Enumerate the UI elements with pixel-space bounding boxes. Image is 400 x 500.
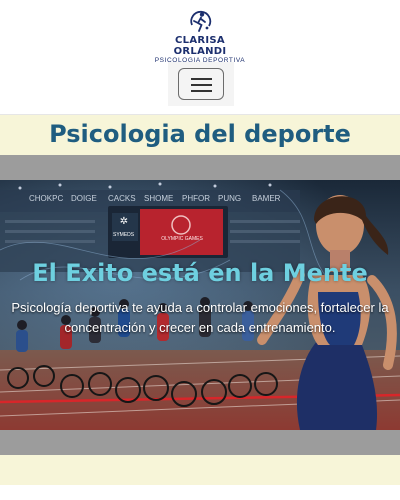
page-title: Psicologia del deporte bbox=[49, 120, 351, 148]
runner-logo-icon bbox=[190, 10, 212, 32]
banner-label: CACKS bbox=[108, 194, 136, 203]
banner-label: SHOME bbox=[144, 194, 174, 203]
hamburger-icon bbox=[191, 78, 212, 80]
hamburger-icon-bar bbox=[191, 90, 212, 92]
navbar-toggler-button[interactable] bbox=[178, 68, 224, 100]
svg-text:✲: ✲ bbox=[120, 216, 128, 227]
next-section bbox=[0, 455, 400, 485]
navbar-toggler-area bbox=[168, 62, 234, 106]
sign-text: SYMEDS bbox=[113, 232, 135, 238]
banner-label: PHFOR bbox=[182, 194, 210, 203]
banner-label: CHOKPC bbox=[29, 194, 64, 203]
banner-label: BAMER bbox=[252, 194, 281, 203]
brand-logo-link[interactable]: CLARISA ORLANDI PSICOLOGIA DEPORTIVA bbox=[150, 10, 250, 64]
hero-text: Psicología deportiva te ayuda a controla… bbox=[11, 300, 389, 335]
hero-title: El Exito está en la Mente bbox=[32, 259, 368, 287]
banner-label: PUNG bbox=[218, 194, 242, 203]
hero-banner: ✲ CHOKPC DOIGE CACKS SHOME PHFOR PUNG BA… bbox=[0, 180, 400, 430]
brand-name: CLARISA ORLANDI bbox=[173, 35, 227, 57]
banner-label: DOIGE bbox=[71, 194, 97, 203]
title-section: Psicologia del deporte bbox=[0, 115, 400, 155]
navbar: CLARISA ORLANDI PSICOLOGIA DEPORTIVA bbox=[0, 0, 400, 115]
screen-text: OLYMPIC GAMES bbox=[161, 236, 203, 242]
hamburger-icon-bar bbox=[191, 84, 212, 86]
